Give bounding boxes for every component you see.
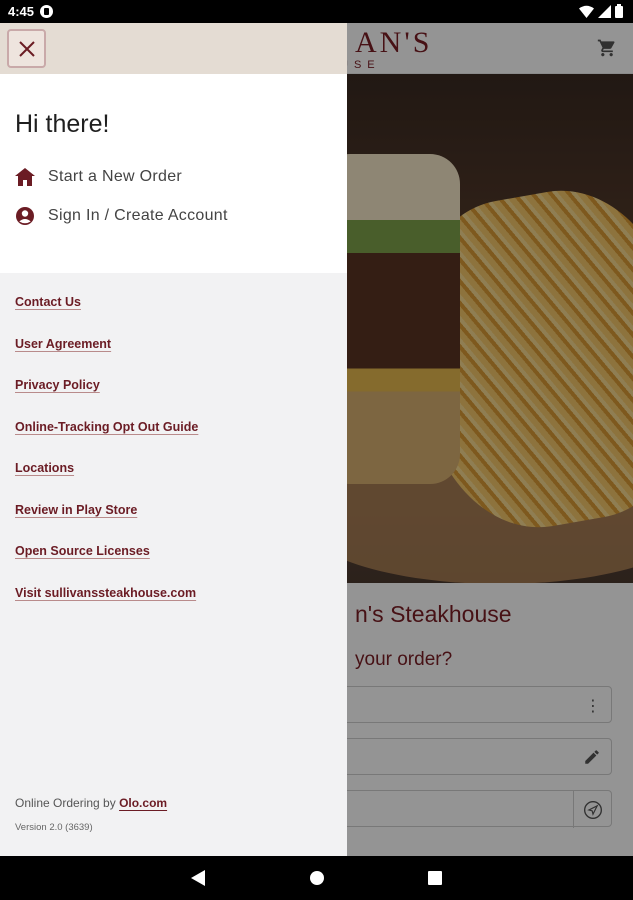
open-source-licenses-link[interactable]: Open Source Licenses: [15, 544, 150, 558]
account-circle-icon: [15, 206, 35, 226]
close-button[interactable]: [7, 29, 46, 68]
visit-website-link[interactable]: Visit sullivanssteakhouse.com: [15, 586, 196, 600]
review-play-store-link[interactable]: Review in Play Store: [15, 503, 137, 517]
back-icon: [191, 870, 205, 886]
locations-link[interactable]: Locations: [15, 461, 74, 475]
battery-icon: [615, 4, 623, 18]
navigation-drawer: Hi there! Start a New Order Sign In / Cr…: [0, 23, 347, 856]
drawer-header: [0, 23, 347, 74]
system-nav-bar: [0, 856, 633, 900]
wifi-icon: [579, 5, 594, 18]
home-circle-icon: [310, 871, 324, 885]
user-agreement-link[interactable]: User Agreement: [15, 337, 111, 351]
tracking-opt-out-link[interactable]: Online-Tracking Opt Out Guide: [15, 420, 198, 434]
back-button[interactable]: [188, 868, 208, 888]
sign-in-label: Sign In / Create Account: [48, 207, 228, 224]
recents-icon: [428, 871, 442, 885]
drawer-account-section: Hi there! Start a New Order Sign In / Cr…: [0, 74, 347, 273]
home-button[interactable]: [307, 868, 327, 888]
version-label: Version 2.0 (3639): [15, 822, 93, 833]
contact-us-link[interactable]: Contact Us: [15, 295, 81, 309]
status-icons: [579, 4, 623, 18]
status-bar: 4:45: [0, 0, 633, 23]
notification-app-icon: [40, 5, 54, 18]
start-new-order-label: Start a New Order: [48, 168, 183, 185]
privacy-policy-link[interactable]: Privacy Policy: [15, 378, 100, 392]
greeting-heading: Hi there!: [15, 110, 110, 138]
olo-link[interactable]: Olo.com: [119, 796, 167, 810]
sign-in-item[interactable]: Sign In / Create Account: [15, 206, 228, 226]
close-icon: [18, 40, 35, 57]
status-time: 4:45: [8, 4, 35, 19]
start-new-order-item[interactable]: Start a New Order: [15, 167, 182, 187]
powered-by: Online Ordering by Olo.com: [15, 796, 167, 810]
home-icon: [15, 167, 35, 187]
signal-icon: [598, 4, 611, 18]
recents-button[interactable]: [425, 868, 445, 888]
powered-by-prefix: Online Ordering by: [15, 796, 120, 810]
